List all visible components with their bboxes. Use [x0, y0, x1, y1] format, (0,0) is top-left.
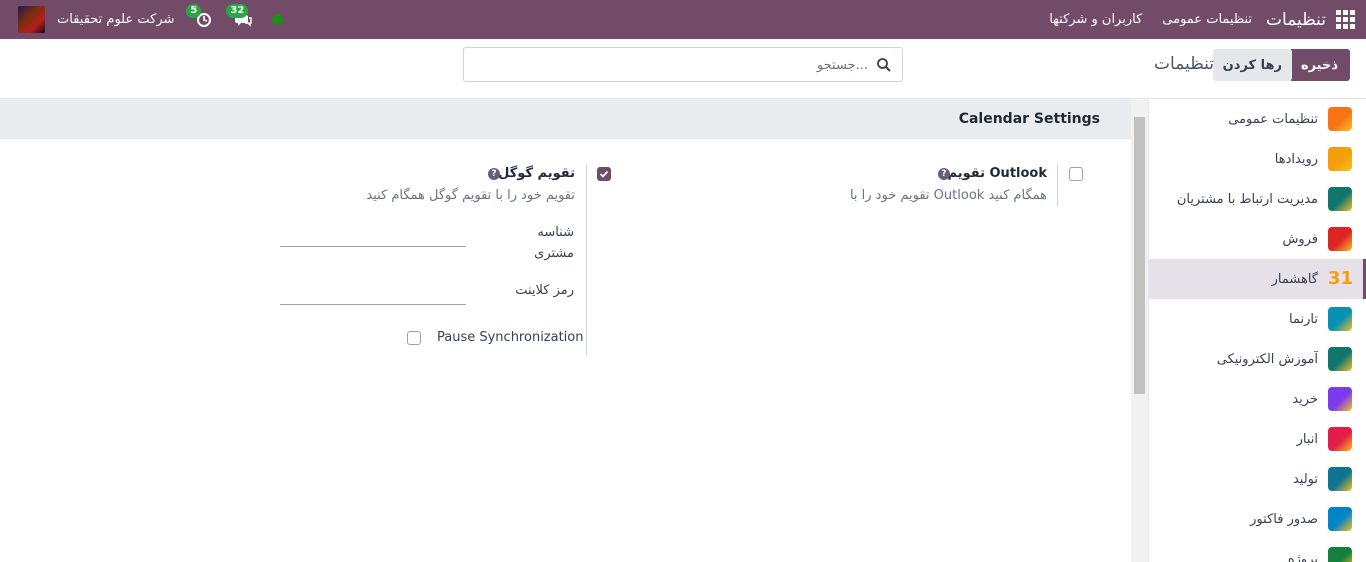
- google-description: تقویم خود را با تقویم گوگل همگام کنید: [366, 188, 575, 203]
- save-button[interactable]: ذخیره: [1288, 49, 1350, 81]
- sidebar-item[interactable]: خرید: [1149, 379, 1366, 419]
- app-icon: [1328, 227, 1352, 251]
- control-panel: ذخیره رها کردن تنظیمات: [0, 39, 1366, 99]
- client-secret-label: رمز کلاینت: [515, 283, 574, 298]
- sidebar-item[interactable]: تارنما: [1149, 299, 1366, 339]
- sidebar-item[interactable]: انبار: [1149, 419, 1366, 459]
- app-icon: [1328, 147, 1352, 171]
- outlook-divider: [1057, 164, 1058, 206]
- outlook-description: تقویم خود را با Outlook همگام کنید: [849, 188, 1047, 203]
- apps-grid-icon[interactable]: [1336, 9, 1356, 30]
- company-switcher[interactable]: شرکت علوم تحقیقات: [57, 12, 174, 27]
- activity-badge: 5: [186, 3, 202, 18]
- check-icon: [599, 170, 609, 178]
- app-icon: [1328, 467, 1352, 491]
- sidebar-item[interactable]: پروژه: [1149, 539, 1366, 562]
- section-header: Calendar Settings: [0, 99, 1131, 139]
- app-icon: [1328, 427, 1352, 451]
- online-status-icon: [272, 14, 284, 25]
- menu-general-settings[interactable]: تنظیمات عمومی: [1162, 12, 1252, 27]
- google-help-icon[interactable]: ?: [488, 168, 500, 180]
- sidebar-item[interactable]: صدور فاکتور: [1149, 499, 1366, 539]
- google-title-text: تقویم گوگل: [498, 166, 575, 181]
- sidebar-item[interactable]: آموزش الکترونیکی: [1149, 339, 1366, 379]
- pause-sync-checkbox[interactable]: [407, 331, 421, 345]
- sidebar-item-label: رویدادها: [1274, 151, 1318, 167]
- client-id-label-1: شناسه: [537, 225, 574, 240]
- sidebar-item-label: گاهشمار: [1271, 271, 1318, 287]
- app-icon: [1328, 387, 1352, 411]
- google-title: تقویم گوگل: [498, 166, 575, 181]
- outlook-title: تقویم Outlook: [948, 166, 1047, 181]
- outlook-help-icon[interactable]: ?: [938, 168, 950, 180]
- scrollbar-thumb[interactable]: [1134, 117, 1145, 394]
- sidebar-item-label: پروژه: [1287, 551, 1318, 562]
- app-icon: [1328, 507, 1352, 531]
- sidebar-item-label: مدیریت ارتباط با مشتریان: [1176, 191, 1318, 207]
- search-input[interactable]: [488, 56, 868, 74]
- app-icon: [1328, 107, 1352, 131]
- sidebar-item-label: خرید: [1292, 391, 1318, 407]
- page-title: تنظیمات: [1154, 54, 1214, 74]
- client-secret-input[interactable]: [280, 304, 466, 305]
- app-icon: [1328, 347, 1352, 371]
- sidebar-item-label: تولید: [1292, 471, 1318, 487]
- sidebar-item-label: تنظیمات عمومی: [1228, 111, 1318, 127]
- sidebar-item[interactable]: تولید: [1149, 459, 1366, 499]
- messages-button[interactable]: 32: [226, 3, 256, 32]
- search-icon[interactable]: [876, 57, 892, 73]
- search-box: [463, 47, 903, 82]
- pause-sync-label: Pause Synchronization: [437, 330, 584, 345]
- sidebar-item[interactable]: 31 گاهشمار: [1149, 259, 1366, 299]
- navbar-main: تنظیمات تنظیمات عمومی کاربران و شرکتها: [1029, 0, 1366, 39]
- sidebar-item-label: انبار: [1296, 431, 1318, 447]
- menu-users-companies[interactable]: کاربران و شرکتها: [1049, 12, 1142, 27]
- google-divider: [586, 164, 587, 356]
- settings-sidebar: تنظیمات عمومی رویدادها مدیریت ارتباط با مش…: [1148, 99, 1366, 562]
- sidebar-item[interactable]: فروش: [1149, 219, 1366, 259]
- sidebar-item[interactable]: تنظیمات عمومی: [1149, 99, 1366, 139]
- outlook-checkbox[interactable]: [1069, 167, 1083, 181]
- client-id-label-2: مشتری: [534, 246, 574, 261]
- user-avatar[interactable]: [18, 6, 45, 33]
- navbar-systray: شرکت علوم تحقیقات 5 32: [18, 0, 284, 39]
- sidebar-item[interactable]: رویدادها: [1149, 139, 1366, 179]
- app-icon: [1328, 187, 1352, 211]
- client-id-input[interactable]: [280, 246, 466, 247]
- section-title: Calendar Settings: [958, 111, 1100, 127]
- sidebar-item-label: صدور فاکتور: [1250, 511, 1318, 527]
- app-icon: [1328, 547, 1352, 562]
- top-navbar: تنظیمات تنظیمات عمومی کاربران و شرکتها ش…: [0, 0, 1366, 39]
- discard-button[interactable]: رها کردن: [1212, 49, 1292, 81]
- sidebar-item[interactable]: مدیریت ارتباط با مشتریان: [1149, 179, 1366, 219]
- sidebar-item-label: فروش: [1282, 231, 1318, 247]
- sidebar-item-label: آموزش الکترونیکی: [1216, 351, 1318, 367]
- navbar-brand[interactable]: تنظیمات: [1266, 10, 1326, 30]
- sidebar-item-label: تارنما: [1289, 311, 1318, 327]
- app-icon: 31: [1328, 268, 1354, 289]
- google-checkbox[interactable]: [597, 167, 611, 181]
- activity-button[interactable]: 5: [186, 3, 216, 32]
- outlook-title-text: تقویم Outlook: [947, 166, 1047, 181]
- app-icon: [1328, 307, 1352, 331]
- messages-badge: 32: [226, 3, 249, 18]
- scrollbar[interactable]: [1131, 99, 1148, 562]
